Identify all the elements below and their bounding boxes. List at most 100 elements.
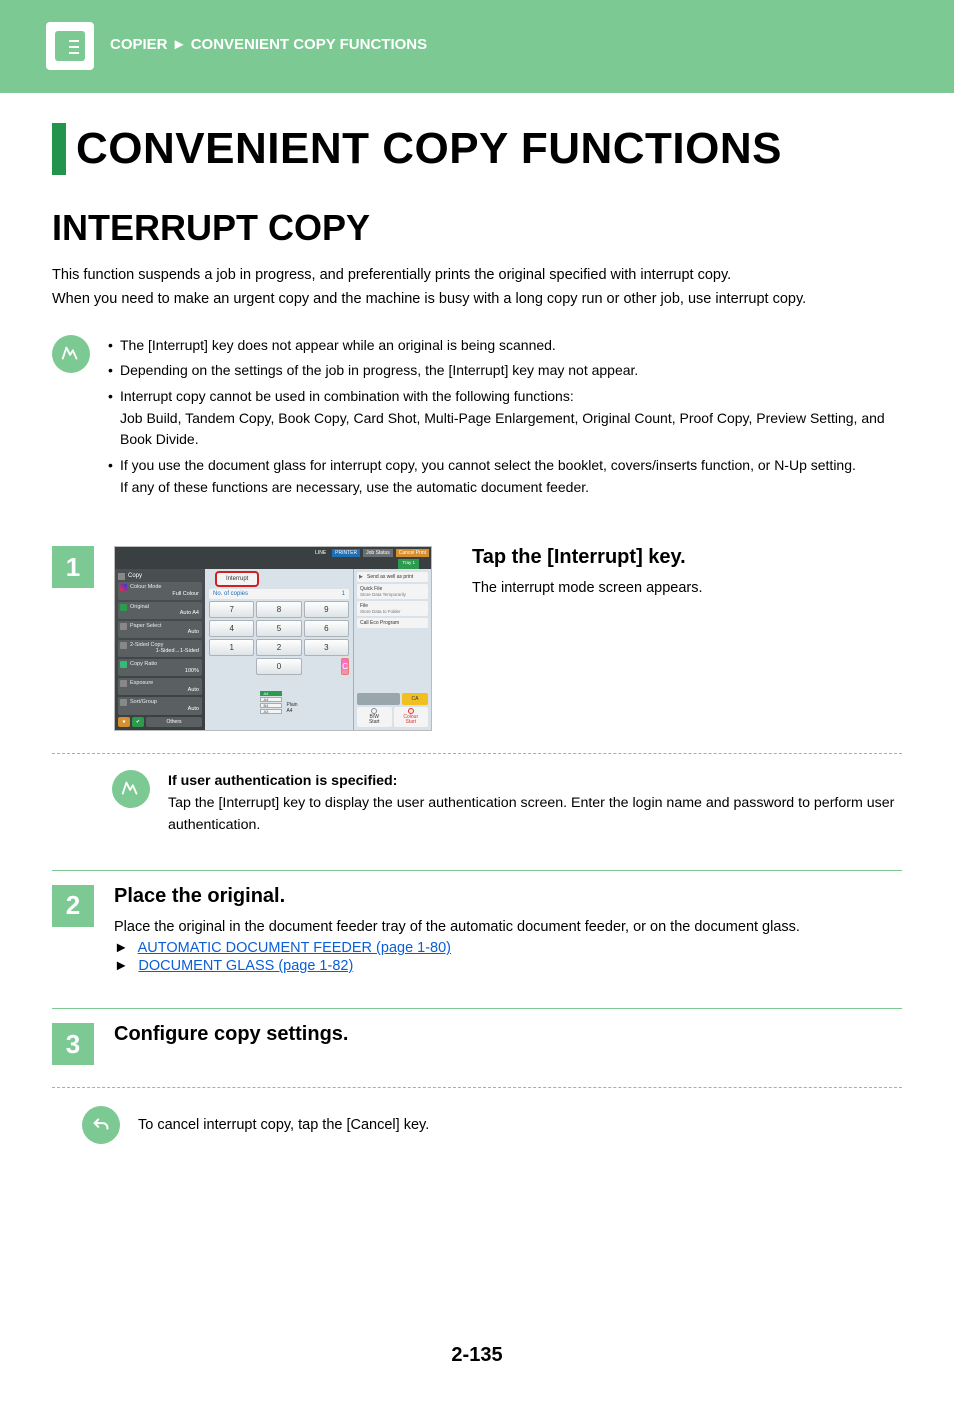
confirm-button[interactable]: ✔ (132, 717, 144, 727)
section-divider (52, 870, 902, 871)
key-1[interactable]: 1 (209, 639, 254, 656)
link-line: ► DOCUMENT GLASS (page 1-82) (114, 958, 902, 974)
breadcrumb: COPIER ► CONVENIENT COPY FUNCTIONS (110, 0, 427, 53)
status-chip-printer: PRINTER (332, 549, 360, 557)
setting-exposure[interactable]: ExposureAuto (118, 678, 202, 695)
document-list-icon (55, 31, 85, 61)
auth-note: If user authentication is specified: Tap… (52, 770, 902, 836)
step-heading: Configure copy settings. (114, 1023, 902, 1046)
step-number: 2 (52, 885, 94, 927)
setting-colour-mode[interactable]: Colour ModeFull Colour (118, 582, 202, 599)
tray-chip: Tray 1 (398, 559, 419, 569)
key-5[interactable]: 5 (256, 620, 301, 637)
auth-text: Tap the [Interrupt] key to display the u… (168, 795, 894, 833)
note-icon (52, 335, 90, 373)
key-8[interactable]: 8 (256, 601, 301, 618)
section-title: INTERRUPT COPY (52, 207, 902, 249)
title-accent-bar (52, 123, 66, 175)
note-item: If you use the document glass for interr… (108, 455, 902, 498)
section-divider (52, 1008, 902, 1009)
main-title-row: CONVENIENT COPY FUNCTIONS (52, 123, 902, 175)
header-bar: COPIER ► CONVENIENT COPY FUNCTIONS (0, 0, 954, 93)
page-title: CONVENIENT COPY FUNCTIONS (76, 123, 782, 175)
intro-line: This function suspends a job in progress… (52, 265, 902, 287)
breadcrumb-separator: ► (172, 36, 187, 53)
setting-sort-group[interactable]: Sort/GroupAuto (118, 697, 202, 714)
copies-label: No. of copies (213, 591, 248, 597)
bw-start-button[interactable]: B/W Start (357, 707, 392, 727)
step-heading: Tap the [Interrupt] key. (472, 546, 902, 569)
key-2[interactable]: 2 (256, 639, 301, 656)
action-file[interactable]: File Store Data to Folder (357, 601, 428, 616)
interrupt-button[interactable]: Interrupt (215, 571, 259, 587)
key-0[interactable]: 0 (256, 658, 303, 675)
setting-2sided[interactable]: 2-Sided Copy1-Sided→1-Sided (118, 640, 202, 657)
intro-line: When you need to make an urgent copy and… (52, 289, 902, 311)
preview-button[interactable] (357, 693, 400, 705)
numeric-keypad: 7 8 9 4 5 6 1 2 3 (209, 601, 349, 656)
copies-value: 1 (342, 591, 345, 597)
link-adf[interactable]: AUTOMATIC DOCUMENT FEEDER (page 1-80) (138, 940, 451, 956)
link-document-glass[interactable]: DOCUMENT GLASS (page 1-82) (138, 958, 353, 974)
step-3: 3 Configure copy settings. (52, 1023, 902, 1065)
status-chip-cancel: Cancel Print (396, 549, 429, 557)
key-3[interactable]: 3 (304, 639, 349, 656)
copies-display: No. of copies 1 (209, 589, 349, 599)
key-9[interactable]: 9 (304, 601, 349, 618)
setting-paper-select[interactable]: Paper SelectAuto (118, 621, 202, 638)
step-text: The interrupt mode screen appears. (472, 577, 902, 599)
colour-start-button[interactable]: Colour Start (394, 707, 429, 727)
panel-left-settings: Copy Colour ModeFull Colour OriginalAuto… (115, 569, 205, 729)
setting-original[interactable]: OriginalAuto A4 (118, 602, 202, 619)
tray-option[interactable]: A3 (260, 709, 282, 714)
dashed-separator (52, 753, 902, 754)
note-item: Interrupt copy cannot be used in combina… (108, 386, 902, 451)
step-number: 1 (52, 546, 94, 588)
copier-screenshot: LINE PRINTER Job Status Cancel Print Tra… (114, 546, 432, 730)
tray-selector: A4 A4 B4 A3 Plain A4 (209, 691, 349, 714)
page-number: 2-135 (52, 1344, 902, 1407)
step-number: 3 (52, 1023, 94, 1065)
tray-option[interactable]: A4 (260, 697, 282, 702)
note-icon (112, 770, 150, 808)
step-2: 2 Place the original. Place the original… (52, 885, 902, 974)
note-item: Depending on the settings of the job in … (108, 360, 902, 382)
key-4[interactable]: 4 (209, 620, 254, 637)
setting-copy-ratio[interactable]: Copy Ratio100% (118, 659, 202, 676)
link-line: ► AUTOMATIC DOCUMENT FEEDER (page 1-80) (114, 940, 902, 956)
others-button[interactable]: Others (146, 717, 202, 727)
status-chip-line: LINE (312, 549, 329, 557)
panel-mode-label: Copy (118, 573, 202, 579)
tray-option[interactable]: A4 (260, 691, 282, 696)
triangle-icon: ► (114, 958, 128, 974)
panel-action-sidebar: Send as well as print Quick File Store D… (353, 569, 431, 729)
tray-type-label: Plain A4 (286, 703, 297, 714)
key-clear[interactable]: C (341, 658, 349, 675)
panel-tray-indicator: Tray 1 (115, 559, 431, 569)
favourite-button[interactable]: ★ (118, 717, 130, 727)
action-send-print[interactable]: Send as well as print (357, 572, 428, 582)
cancel-text: To cancel interrupt copy, tap the [Cance… (138, 1114, 429, 1136)
note-list: The [Interrupt] key does not appear whil… (108, 335, 902, 503)
action-eco-program[interactable]: Call Eco Program (357, 618, 428, 628)
key-7[interactable]: 7 (209, 601, 254, 618)
tray-option[interactable]: B4 (260, 703, 282, 708)
step-1: 1 LINE PRINTER Job Status Cancel Print T… (52, 546, 902, 730)
step-heading: Place the original. (114, 885, 902, 908)
dashed-separator (52, 1087, 902, 1088)
key-6[interactable]: 6 (304, 620, 349, 637)
ca-button[interactable]: CA (402, 693, 428, 705)
breadcrumb-part: CONVENIENT COPY FUNCTIONS (191, 36, 427, 53)
action-quick-file[interactable]: Quick File Store Data Temporarily (357, 584, 428, 599)
header-section-icon (46, 22, 94, 70)
panel-keypad-area: Interrupt No. of copies 1 7 8 9 4 5 (205, 569, 353, 729)
return-icon (82, 1106, 120, 1144)
note-block: The [Interrupt] key does not appear whil… (52, 335, 902, 503)
cancel-note: To cancel interrupt copy, tap the [Cance… (52, 1106, 902, 1144)
panel-statusbar: LINE PRINTER Job Status Cancel Print (115, 547, 431, 559)
triangle-icon: ► (114, 940, 128, 956)
auth-title: If user authentication is specified: (168, 773, 397, 789)
note-item: The [Interrupt] key does not appear whil… (108, 335, 902, 357)
step-text: Place the original in the document feede… (114, 916, 902, 938)
status-chip-jobstatus: Job Status (363, 549, 393, 557)
